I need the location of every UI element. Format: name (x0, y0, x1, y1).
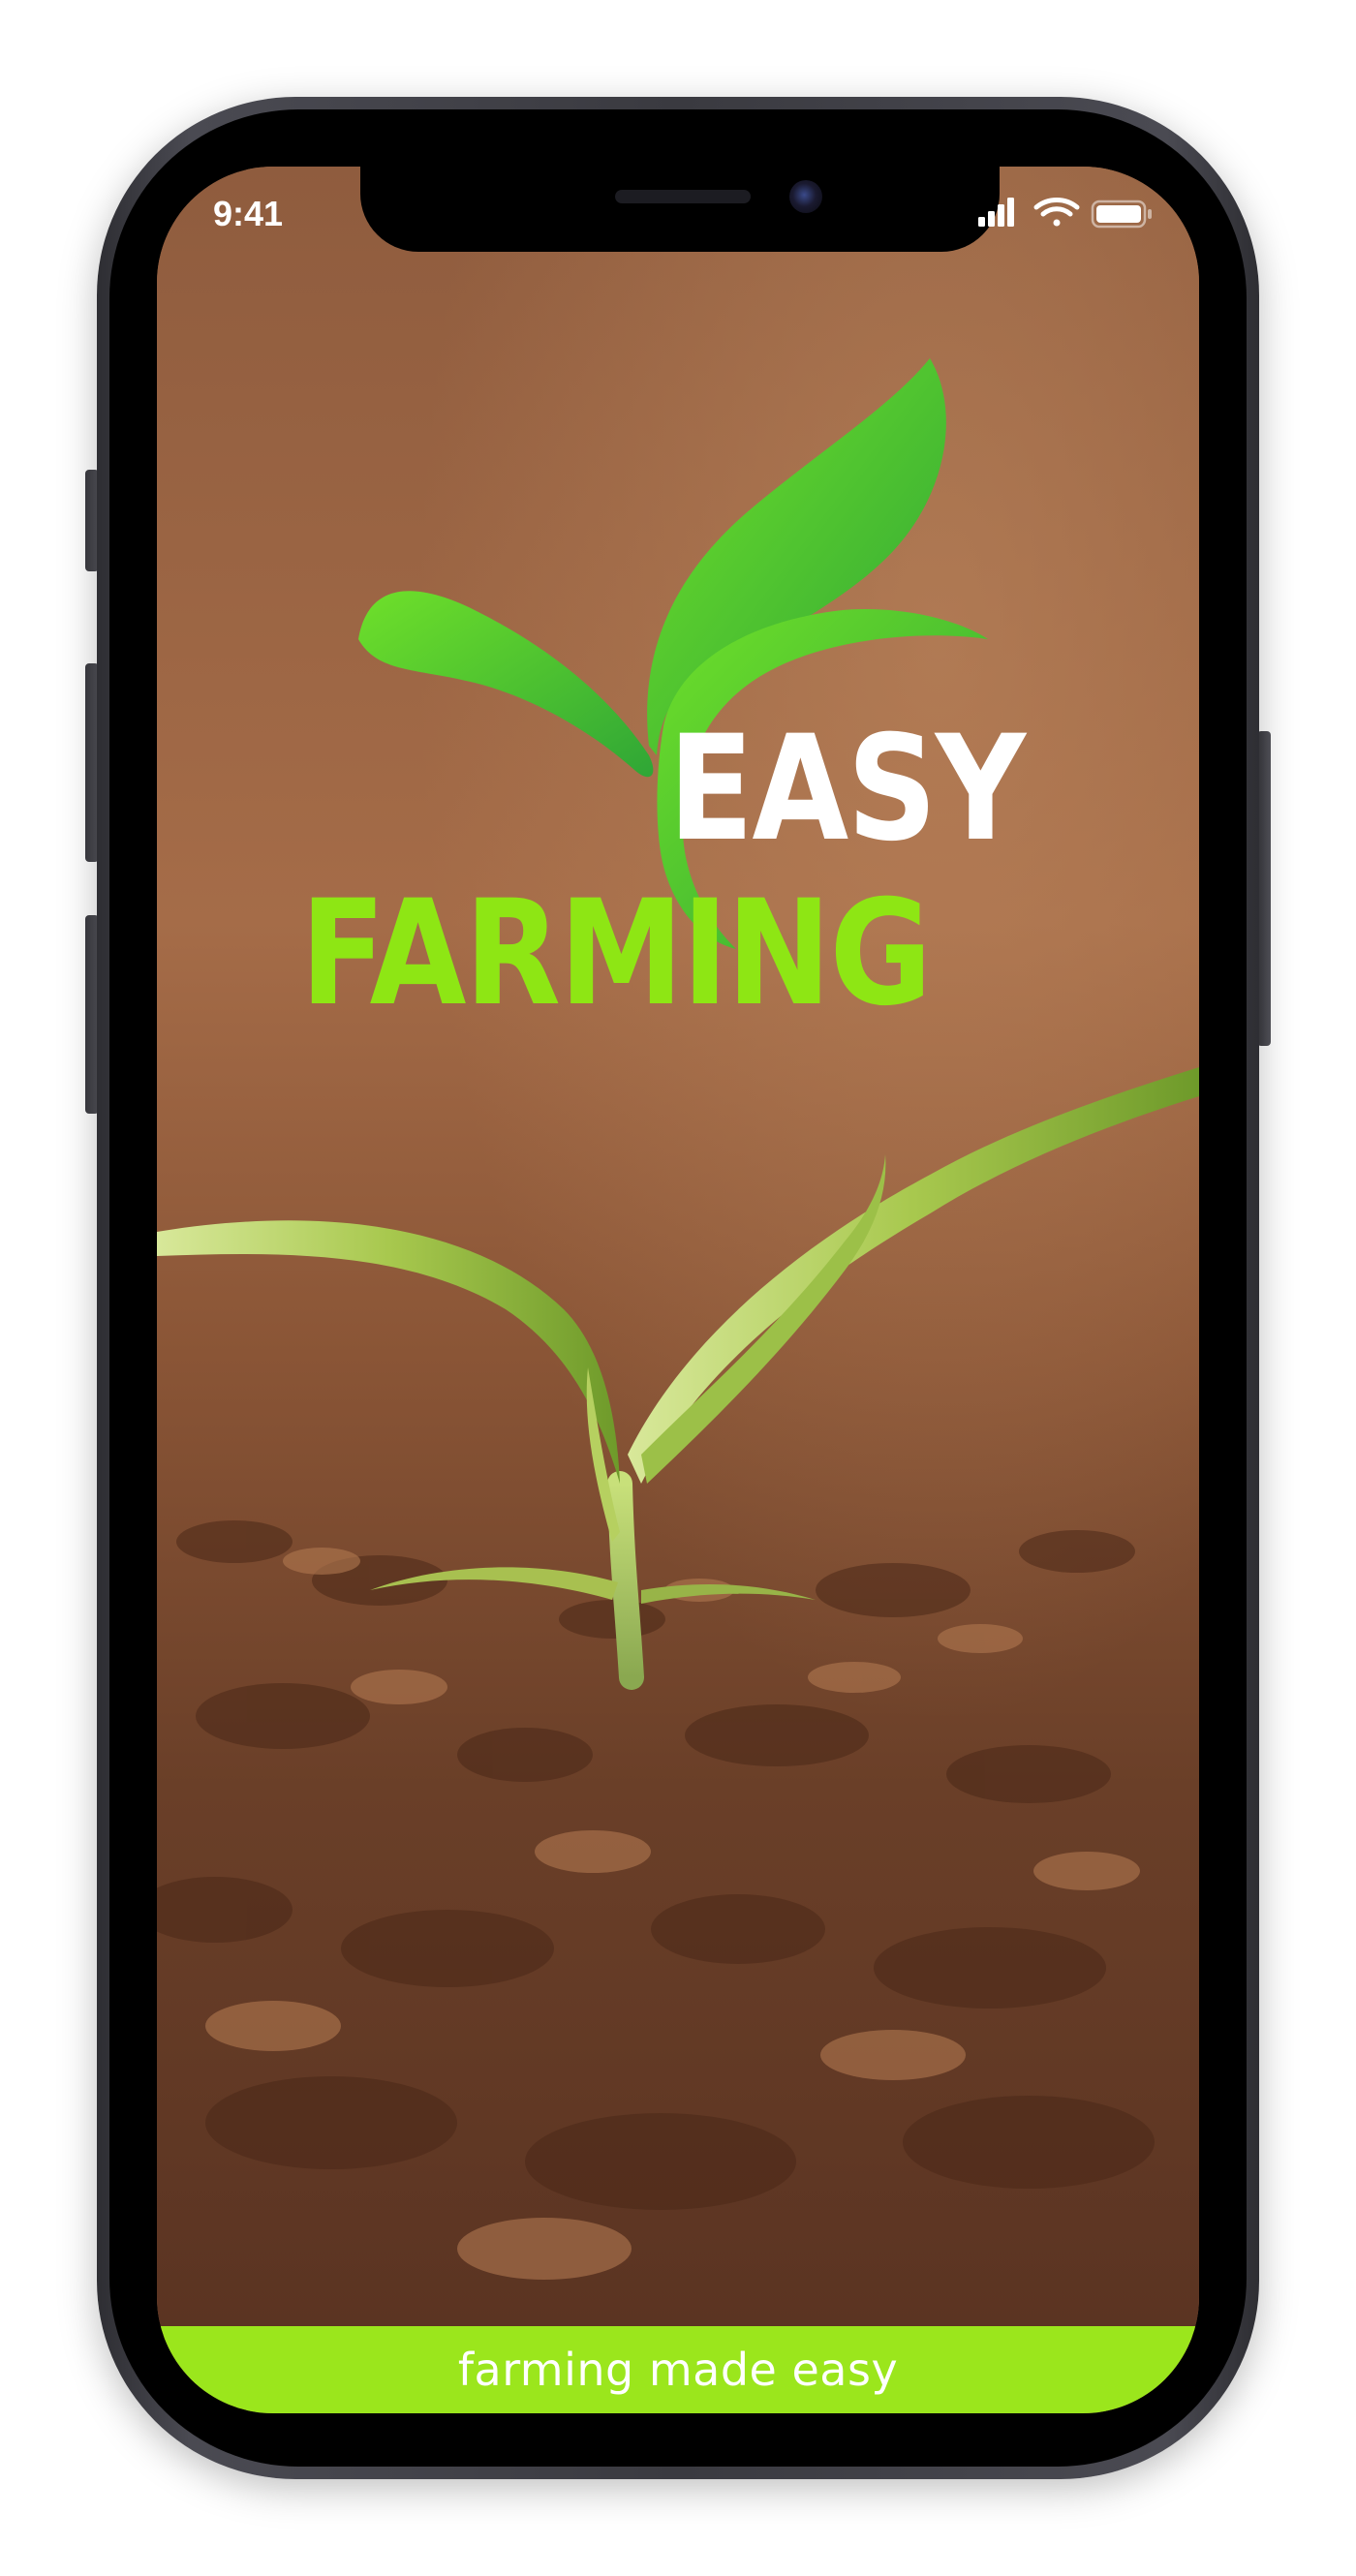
battery-icon (1091, 199, 1152, 229)
power-button (1257, 731, 1271, 1046)
status-time: 9:41 (213, 194, 284, 233)
brand-word-farming: FARMING (300, 870, 932, 1038)
earpiece-speaker (615, 190, 751, 203)
brand-word-easy: EASY (668, 705, 1026, 874)
page: farming made easy EASY FARMING 9:41 (0, 0, 1356, 2576)
camera-notch (360, 163, 1000, 252)
wifi-icon (1033, 198, 1080, 227)
front-camera (789, 180, 822, 213)
tagline-text: farming made easy (457, 2344, 899, 2396)
status-icons (978, 198, 1152, 229)
cellular-signal-icon (978, 198, 1014, 227)
tagline-bar: farming made easy (157, 2326, 1199, 2413)
